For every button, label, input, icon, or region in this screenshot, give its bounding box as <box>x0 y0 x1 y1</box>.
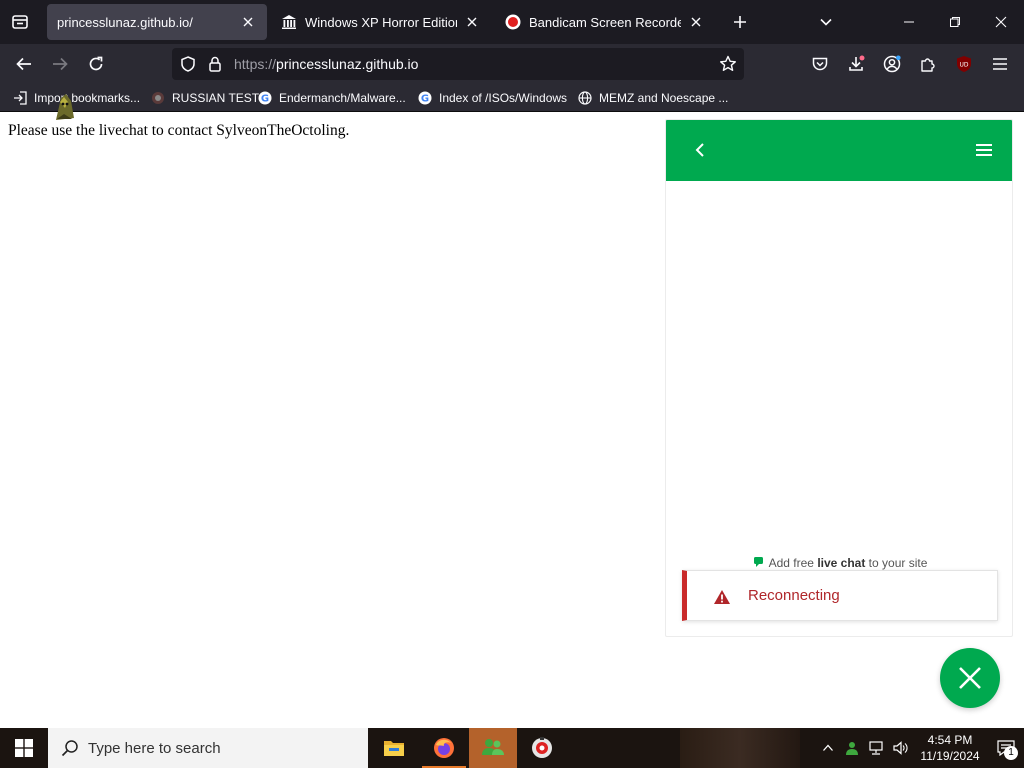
close-icon[interactable] <box>239 13 257 31</box>
volume-icon[interactable] <box>888 728 912 768</box>
minimize-icon[interactable] <box>886 0 932 44</box>
reload-icon[interactable] <box>82 50 110 78</box>
messenger-icon[interactable] <box>469 728 517 768</box>
chat-bubble-icon <box>753 556 765 568</box>
tab-title: Bandicam Screen Recorder Dow <box>529 14 681 30</box>
promo-prefix: Add free <box>768 556 818 570</box>
tracking-shield-icon[interactable] <box>178 54 198 74</box>
globe-icon <box>577 90 593 106</box>
tab-title: princesslunaz.github.io/ <box>57 14 193 30</box>
svg-text:G: G <box>261 94 269 105</box>
warning-triangle-icon <box>713 588 731 606</box>
extensions-puzzle-icon[interactable] <box>914 50 942 78</box>
bookmark-russian-test[interactable]: RUSSIAN TEST <box>150 89 259 107</box>
import-icon <box>12 90 28 106</box>
tab-title: Windows XP Horror Edition (De <box>305 14 457 30</box>
archive-building-icon <box>281 14 297 30</box>
bookmark-label: RUSSIAN TEST <box>172 91 260 105</box>
taskbar-search-box[interactable]: Type here to search <box>48 728 368 768</box>
bookmark-label: Endermanch/Malware... <box>279 91 406 105</box>
tab-windows-xp-horror[interactable]: Windows XP Horror Edition (De <box>271 4 491 40</box>
tab-princesslunaz[interactable]: princesslunaz.github.io/ <box>47 4 267 40</box>
firefox-view-icon[interactable] <box>6 8 34 36</box>
close-icon[interactable] <box>687 13 705 31</box>
chevron-left-icon[interactable] <box>688 138 712 162</box>
cursor-sprite-icon <box>52 92 78 122</box>
promo-suffix: to your site <box>865 556 928 570</box>
windows-start-icon[interactable] <box>0 728 48 768</box>
search-placeholder: Type here to search <box>88 739 221 757</box>
forward-arrow-icon[interactable] <box>46 50 74 78</box>
account-icon[interactable] <box>878 50 906 78</box>
svg-text:G: G <box>421 94 429 105</box>
bookmark-label: MEMZ and Noescape ... <box>599 91 729 105</box>
chevron-down-icon[interactable] <box>814 10 838 34</box>
hamburger-menu-icon[interactable] <box>972 138 996 162</box>
back-arrow-icon[interactable] <box>10 50 38 78</box>
close-window-icon[interactable] <box>978 0 1024 44</box>
action-center-icon[interactable]: 1 <box>988 728 1024 768</box>
restore-icon[interactable] <box>932 0 978 44</box>
record-dot-icon <box>505 14 521 30</box>
close-icon[interactable] <box>463 13 481 31</box>
url-text: https://princesslunaz.github.io <box>234 56 418 72</box>
navigation-toolbar: https://princesslunaz.github.io UD <box>0 44 1024 84</box>
address-bar[interactable]: https://princesslunaz.github.io <box>172 48 744 80</box>
notification-count-badge: 1 <box>1004 746 1018 760</box>
bookmark-label: Import bookmarks... <box>34 91 141 105</box>
svg-text:UD: UD <box>959 62 968 69</box>
tab-strip: princesslunaz.github.io/ Windows XP Horr… <box>0 0 1024 44</box>
search-icon <box>60 738 80 758</box>
ublock-origin-icon[interactable]: UD <box>950 50 978 78</box>
pocket-icon[interactable] <box>806 50 834 78</box>
livechat-window: Add free live chat to your site Reconnec… <box>665 119 1013 637</box>
clock-date: 11/19/2024 <box>920 749 980 763</box>
network-icon[interactable] <box>864 728 888 768</box>
clock[interactable]: 4:54 PM 11/19/2024 <box>912 732 988 764</box>
file-explorer-icon[interactable] <box>370 728 418 768</box>
bookmark-star-icon[interactable] <box>718 54 738 74</box>
bookmark-index-isos[interactable]: G Index of /ISOs/Windows <box>417 89 567 107</box>
chat-header <box>666 120 1012 181</box>
site-favicon <box>150 90 166 106</box>
tab-bandicam[interactable]: Bandicam Screen Recorder Dow <box>495 4 715 40</box>
google-icon: G <box>417 90 433 106</box>
chat-promo-link[interactable]: Add free live chat to your site <box>666 556 1012 570</box>
chat-toggle-close-button[interactable] <box>940 648 1000 708</box>
window-controls <box>886 0 1024 44</box>
promo-bold: live chat <box>817 556 866 570</box>
url-scheme: https:// <box>234 56 277 72</box>
system-tray: 4:54 PM 11/19/2024 1 <box>816 728 1024 768</box>
firefox-icon[interactable] <box>420 728 468 768</box>
messenger-tray-icon[interactable] <box>840 728 864 768</box>
lock-icon[interactable] <box>205 54 225 74</box>
connection-status: Reconnecting <box>748 587 840 604</box>
page-message: Please use the livechat to contact Sylve… <box>8 122 350 139</box>
google-icon: G <box>257 90 273 106</box>
new-tab-plus-icon[interactable] <box>728 10 752 34</box>
windows-taskbar: Type here to search 4:54 PM 11/19/2024 1 <box>0 728 1024 768</box>
bookmark-label: Index of /ISOs/Windows <box>439 91 568 105</box>
clock-time: 4:54 PM <box>927 733 973 747</box>
bookmark-memz[interactable]: MEMZ and Noescape ... <box>577 89 728 107</box>
hamburger-menu-icon[interactable] <box>986 50 1014 78</box>
bookmarks-toolbar: Import bookmarks... RUSSIAN TEST G Ender… <box>0 84 1024 112</box>
url-host: princesslunaz.github.io <box>276 56 419 72</box>
downloads-icon[interactable] <box>842 50 870 78</box>
bandicam-icon[interactable] <box>518 728 566 768</box>
wallpaper-peek <box>680 728 800 768</box>
reconnecting-alert: Reconnecting <box>682 570 998 621</box>
bookmark-endermanch[interactable]: G Endermanch/Malware... <box>257 89 406 107</box>
chevron-up-icon[interactable] <box>816 728 840 768</box>
